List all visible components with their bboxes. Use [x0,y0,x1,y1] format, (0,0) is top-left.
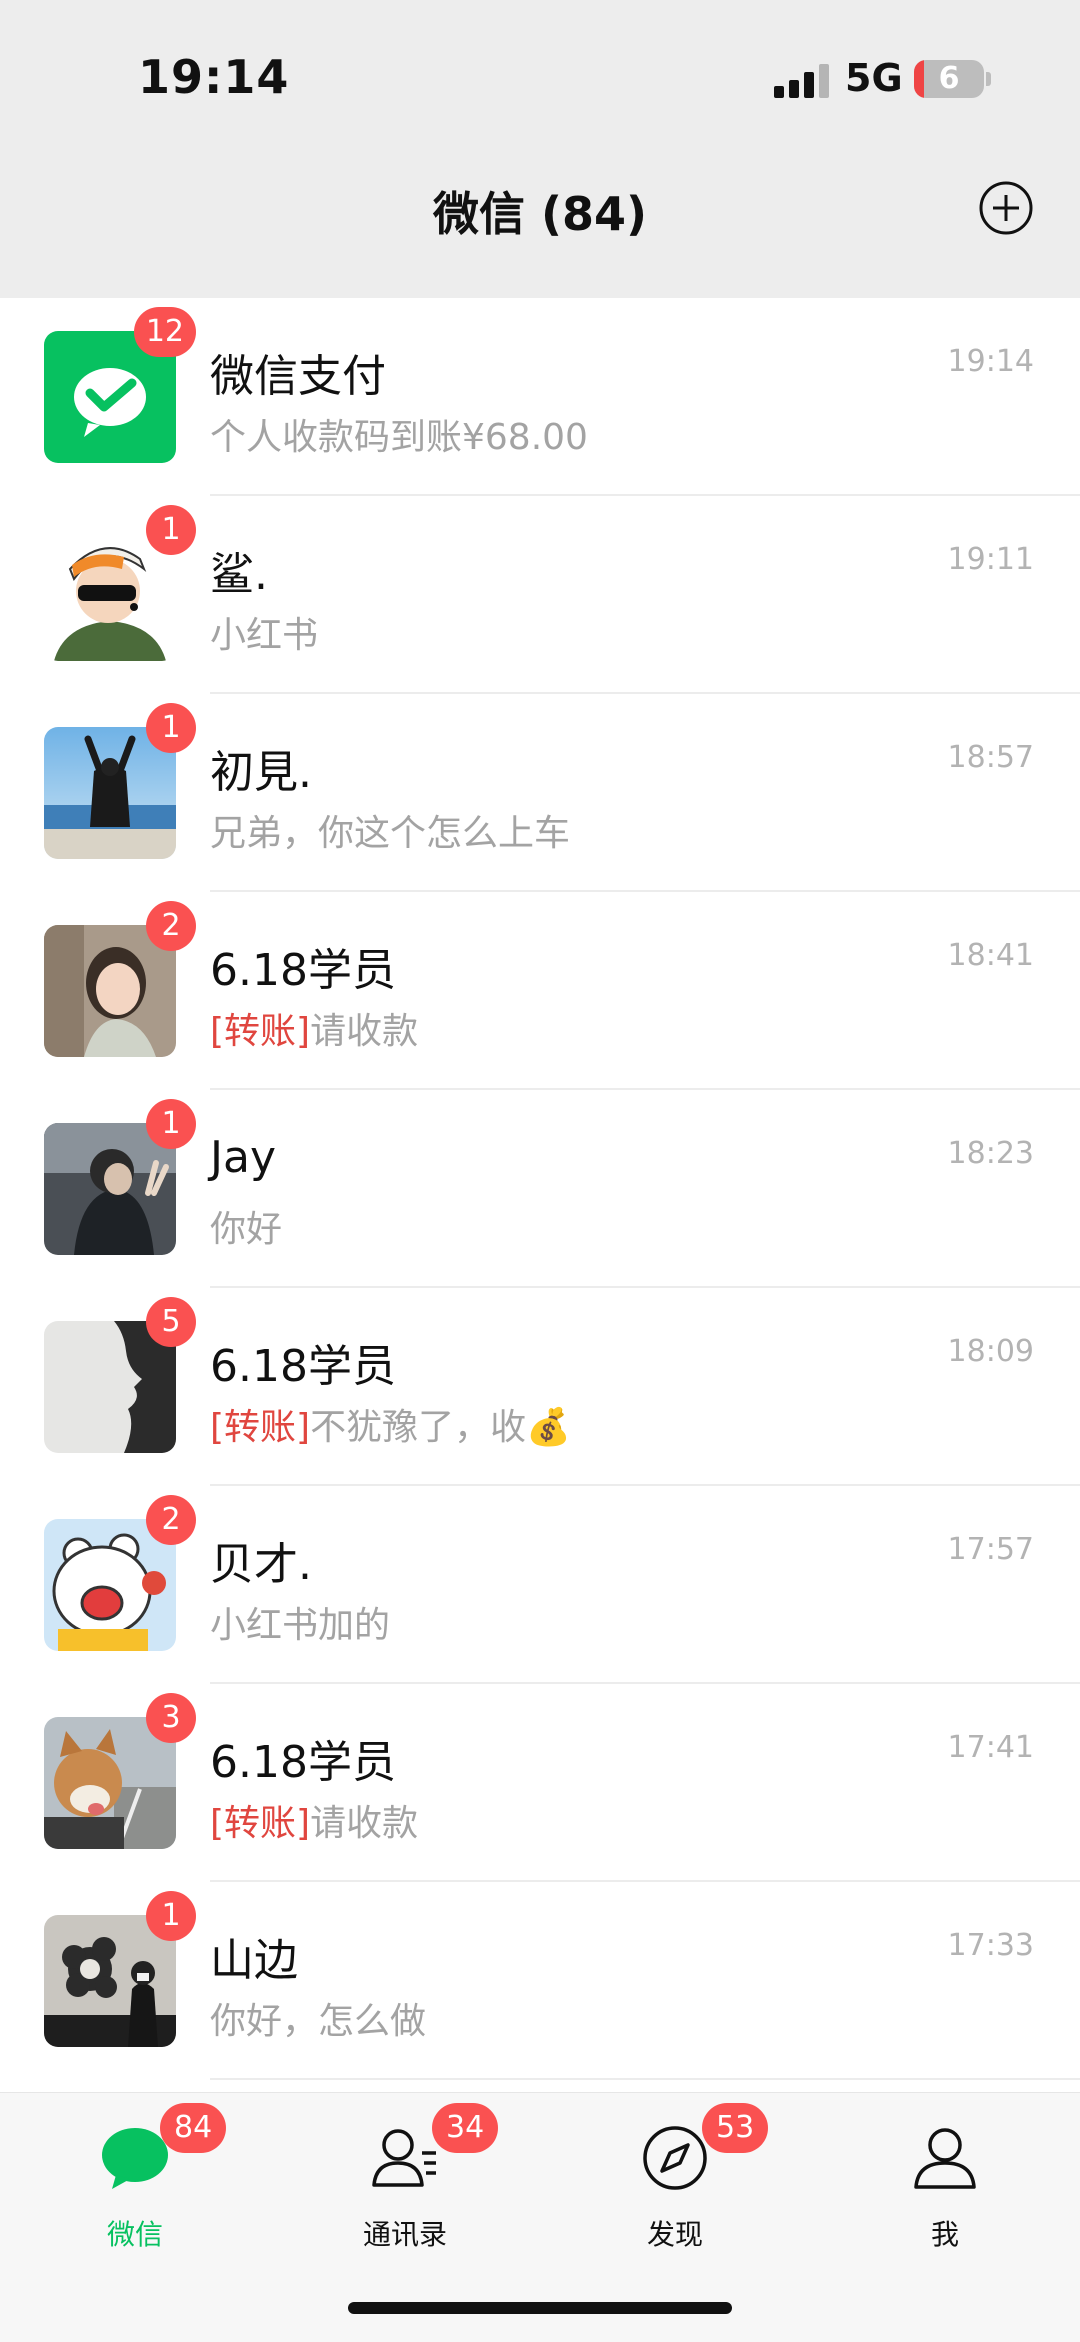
chat-name: 微信支付 [210,351,386,402]
unread-badge: 2 [146,901,196,951]
page-title: 微信 (84) [432,187,648,241]
chat-row[interactable]: 12 微信支付 个人收款码到账¥68.00 19:14 [0,298,1080,496]
chat-preview: [转账]不犹豫了，收💰 [210,1398,571,1450]
chat-name: 贝才. [210,1539,312,1590]
unread-badge: 1 [146,1099,196,1149]
chat-row[interactable]: 3 6.18学员 [转账]请收款 17:41 [0,1684,1080,1882]
chat-row[interactable]: 5 6.18学员 [转账]不犹豫了，收💰 18:09 [0,1288,1080,1486]
chat-name: 6.18学员 [210,1341,396,1392]
chat-row[interactable]: 2 贝才. 小红书加的 17:57 [0,1486,1080,1684]
nav-bar: 微信 (84) [0,150,1080,298]
tab-discover[interactable]: 53 发现 [540,2093,810,2273]
preview-text: 小红书加的 [210,1605,391,1646]
transfer-tag: [转账] [210,1407,311,1448]
preview-text: 请收款 [310,1803,419,1844]
chat-row[interactable]: 1 山边 你好，怎么做 17:33 [0,1882,1080,2080]
network-type: 5G [845,56,903,100]
chat-time: 19:11 [947,542,1034,577]
chat-time: 17:57 [947,1532,1034,1567]
chat-name: 鲨. [210,549,268,600]
battery-icon: 6 [914,60,984,98]
chat-preview: [转账]请收款 [210,1002,418,1054]
compass-icon [643,2126,707,2190]
unread-badge: 12 [133,307,196,357]
preview-text: 个人收款码到账¥68.00 [210,417,588,458]
signal-icon [774,64,834,98]
tab-contacts[interactable]: 34 通讯录 [270,2093,540,2273]
tab-label: 发现 [646,2218,703,2251]
chat-row[interactable]: 2 6.18学员 [转账]请收款 18:41 [0,892,1080,1090]
avatar: 1 [44,1891,196,2047]
tab-label: 微信 [106,2218,163,2251]
transfer-tag: [转账] [210,1803,311,1844]
chat-name: 6.18学员 [210,945,396,996]
unread-badge: 1 [146,1891,196,1941]
status-bar: 19:14 5G 6 [0,0,1080,150]
chat-preview: 你好，怎么做 [210,1992,426,2044]
avatar: 2 [44,1495,196,1651]
unread-badge: 3 [146,1693,196,1743]
chat-bubble-icon [102,2128,168,2189]
chat-name: 山边 [210,1935,298,1986]
chat-list[interactable]: 12 微信支付 个人收款码到账¥68.00 19:14 1 鲨. 小红书 19:… [0,298,1080,2092]
unread-badge: 1 [146,505,196,555]
add-button[interactable] [978,180,1034,236]
unread-badge: 2 [146,1495,196,1545]
divider [210,2078,1080,2080]
chat-time: 19:14 [947,344,1034,379]
chat-name: 初見. [210,747,312,798]
tab-label: 通讯录 [362,2218,447,2251]
battery-tip [986,72,991,86]
chat-preview: 个人收款码到账¥68.00 [210,408,588,460]
tab-label: 我 [930,2218,959,2251]
chat-preview: 兄弟，你这个怎么上车 [210,804,570,856]
preview-text: 你好，怎么做 [210,2001,427,2042]
chat-row[interactable]: 1 鲨. 小红书 19:11 [0,496,1080,694]
chat-name: Jay [210,1132,276,1183]
transfer-tag: [转账] [210,1011,311,1052]
unread-badge: 1 [146,703,196,753]
chat-preview: [转账]请收款 [210,1794,418,1846]
battery-level: 6 [938,61,960,96]
unread-badge: 5 [146,1297,196,1347]
preview-text: 你好 [210,1209,283,1250]
preview-text: 请收款 [310,1011,419,1052]
contacts-icon [372,2129,436,2187]
chat-name: 6.18学员 [210,1737,396,1788]
chat-time: 18:09 [947,1334,1034,1369]
home-indicator[interactable] [348,2302,732,2314]
tab-chats[interactable]: 84 微信 [0,2093,270,2273]
tab-badge: 34 [432,2103,499,2153]
chat-time: 17:41 [947,1730,1034,1765]
preview-text: 小红书 [210,615,319,656]
person-icon [914,2128,976,2189]
avatar: 1 [44,1099,196,1255]
avatar: 2 [44,901,196,1057]
chat-time: 18:41 [947,938,1034,973]
avatar: 1 [44,703,196,859]
chat-preview: 你好 [210,1200,282,1252]
chat-row[interactable]: 1 Jay 你好 18:23 [0,1090,1080,1288]
preview-text: 兄弟，你这个怎么上车 [210,813,571,854]
preview-text: 不犹豫了，收💰 [310,1407,571,1448]
avatar: 1 [44,505,196,661]
tab-me[interactable]: 我 [810,2093,1080,2273]
chat-preview: 小红书加的 [210,1596,390,1648]
chat-preview: 小红书 [210,606,318,658]
avatar: 12 [44,307,196,463]
avatar: 5 [44,1297,196,1453]
chat-time: 18:57 [947,740,1034,775]
chat-time: 18:23 [947,1136,1034,1171]
tab-badge: 84 [160,2103,227,2153]
avatar: 3 [44,1693,196,1850]
chat-time: 17:33 [947,1928,1034,1963]
tab-badge: 53 [702,2103,769,2153]
chat-row[interactable]: 1 初見. 兄弟，你这个怎么上车 18:57 [0,694,1080,892]
status-time: 19:14 [138,50,290,104]
